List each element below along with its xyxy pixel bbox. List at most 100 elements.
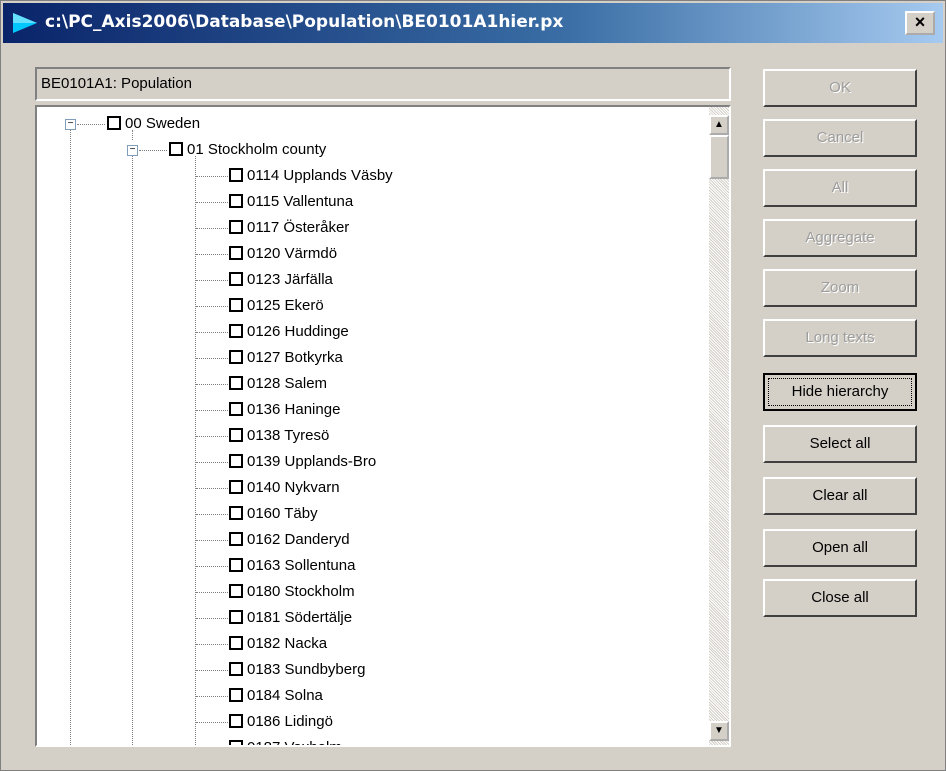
tree-node-label: 0162 Danderyd (247, 531, 350, 548)
tree-node-label: 0180 Stockholm (247, 583, 355, 600)
tree-node-municipality[interactable]: 0136 Haninge (229, 400, 340, 424)
tree-node-label: 0136 Haninge (247, 401, 341, 418)
checkbox[interactable] (229, 610, 243, 625)
checkbox[interactable] (229, 714, 243, 729)
pcaxis-app-icon (13, 13, 37, 33)
tree-node-municipality[interactable]: 0120 Värmdö (229, 244, 337, 268)
tree-node-municipality[interactable]: 0117 Österåker (229, 218, 349, 242)
checkbox[interactable] (229, 168, 243, 183)
all-button[interactable]: All (763, 169, 917, 207)
clear-all-button[interactable]: Clear all (763, 477, 917, 515)
checkbox[interactable] (229, 740, 243, 745)
vertical-scrollbar[interactable]: ▲ ▼ (709, 107, 729, 745)
checkbox[interactable] (229, 220, 243, 235)
checkbox[interactable] (229, 428, 243, 443)
tree-node-label: 00 Sweden (125, 115, 201, 132)
window-title: c:\PC_Axis2006\Database\Population\BE010… (45, 12, 564, 32)
tree-node-root[interactable]: 00 Sweden (107, 114, 200, 138)
checkbox[interactable] (107, 116, 121, 131)
tree-node-label: 0140 Nykvarn (247, 479, 340, 496)
tree-node-label: 0125 Ekerö (247, 297, 324, 314)
tree-node-label: 0114 Upplands Väsby (247, 167, 393, 184)
tree-node-municipality[interactable]: 0187 Vaxholm (229, 738, 342, 745)
tree-node-label: 0184 Solna (247, 687, 323, 704)
tree-node-municipality[interactable]: 0128 Salem (229, 374, 327, 398)
tree-node-municipality[interactable]: 0123 Järfälla (229, 270, 333, 294)
checkbox[interactable] (229, 298, 243, 313)
tree-node-label: 0115 Vallentuna (247, 193, 354, 210)
tree-node-label: 0127 Botkyrka (247, 349, 343, 366)
scroll-thumb[interactable] (709, 135, 729, 179)
tree-node-label: 0126 Huddinge (247, 323, 349, 340)
scroll-down-button[interactable]: ▼ (709, 721, 729, 741)
checkbox[interactable] (229, 402, 243, 417)
tree-node-municipality[interactable]: 0160 Täby (229, 504, 318, 528)
tree-node-municipality[interactable]: 0127 Botkyrka (229, 348, 343, 372)
tree-node-label: 0120 Värmdö (247, 245, 338, 262)
tree-node-label: 0183 Sundbyberg (247, 661, 366, 678)
checkbox[interactable] (229, 532, 243, 547)
tree-node-municipality[interactable]: 0180 Stockholm (229, 582, 355, 606)
checkbox[interactable] (229, 558, 243, 573)
tree-node-municipality[interactable]: 0184 Solna (229, 686, 323, 710)
hide-hierarchy-button[interactable]: Hide hierarchy (763, 373, 917, 411)
scroll-track[interactable] (709, 107, 729, 745)
tree-node-municipality[interactable]: 0139 Upplands-Bro (229, 452, 376, 476)
tree-node-municipality[interactable]: 0162 Danderyd (229, 530, 350, 554)
zoom-button[interactable]: Zoom (763, 269, 917, 307)
tree-node-label: 0187 Vaxholm (247, 739, 342, 745)
tree-node-municipality[interactable]: 0186 Lidingö (229, 712, 333, 736)
checkbox[interactable] (229, 376, 243, 391)
table-caption: BE0101A1: Population (35, 67, 731, 101)
checkbox[interactable] (229, 454, 243, 469)
tree-node-municipality[interactable]: 0114 Upplands Väsby (229, 166, 393, 190)
checkbox[interactable] (229, 324, 243, 339)
tree-node-label: 01 Stockholm county (187, 141, 327, 158)
checkbox[interactable] (229, 194, 243, 209)
tree-node-county[interactable]: 01 Stockholm county (169, 140, 326, 164)
tree-node-label: 0160 Täby (247, 505, 318, 522)
tree-node-label: 0163 Sollentuna (247, 557, 356, 574)
tree-node-municipality[interactable]: 0183 Sundbyberg (229, 660, 365, 684)
checkbox[interactable] (169, 142, 183, 157)
tree-node-label: 0117 Österåker (247, 219, 350, 236)
checkbox[interactable] (229, 246, 243, 261)
checkbox[interactable] (229, 584, 243, 599)
tree-node-municipality[interactable]: 0182 Nacka (229, 634, 327, 658)
tree-node-municipality[interactable]: 0125 Ekerö (229, 296, 324, 320)
scroll-up-button[interactable]: ▲ (709, 115, 729, 135)
tree-node-label: 0186 Lidingö (247, 713, 333, 730)
tree-node-municipality[interactable]: 0126 Huddinge (229, 322, 349, 346)
title-bar[interactable]: c:\PC_Axis2006\Database\Population\BE010… (3, 3, 943, 43)
tree-node-municipality[interactable]: 0163 Sollentuna (229, 556, 355, 580)
tree-node-label: 0128 Salem (247, 375, 328, 392)
checkbox[interactable] (229, 506, 243, 521)
tree-node-label: 0123 Järfälla (247, 271, 333, 288)
tree-node-municipality[interactable]: 0181 Södertälje (229, 608, 352, 632)
tree-node-label: 0138 Tyresö (247, 427, 330, 444)
long-texts-button[interactable]: Long texts (763, 319, 917, 357)
ok-button[interactable]: OK (763, 69, 917, 107)
checkbox[interactable] (229, 480, 243, 495)
tree-node-municipality[interactable]: 0115 Vallentuna (229, 192, 353, 216)
collapse-icon[interactable]: − (65, 119, 76, 130)
close-button[interactable]: × (905, 11, 935, 35)
collapse-icon[interactable]: − (127, 145, 138, 156)
checkbox[interactable] (229, 636, 243, 651)
select-all-button[interactable]: Select all (763, 425, 917, 463)
checkbox[interactable] (229, 350, 243, 365)
tree-node-municipality[interactable]: 0138 Tyresö (229, 426, 329, 450)
tree-node-label: 0181 Södertälje (247, 609, 353, 626)
tree-node-label: 0139 Upplands-Bro (247, 453, 377, 470)
tree-node-label: 0182 Nacka (247, 635, 328, 652)
checkbox[interactable] (229, 662, 243, 677)
open-all-button[interactable]: Open all (763, 529, 917, 567)
aggregate-button[interactable]: Aggregate (763, 219, 917, 257)
select-values-dialog: c:\PC_Axis2006\Database\Population\BE010… (0, 0, 946, 771)
checkbox[interactable] (229, 688, 243, 703)
value-tree[interactable]: − 00 Sweden − 01 Stockholm county 0114 U… (35, 105, 731, 747)
cancel-button[interactable]: Cancel (763, 119, 917, 157)
tree-node-municipality[interactable]: 0140 Nykvarn (229, 478, 340, 502)
checkbox[interactable] (229, 272, 243, 287)
close-all-button[interactable]: Close all (763, 579, 917, 617)
